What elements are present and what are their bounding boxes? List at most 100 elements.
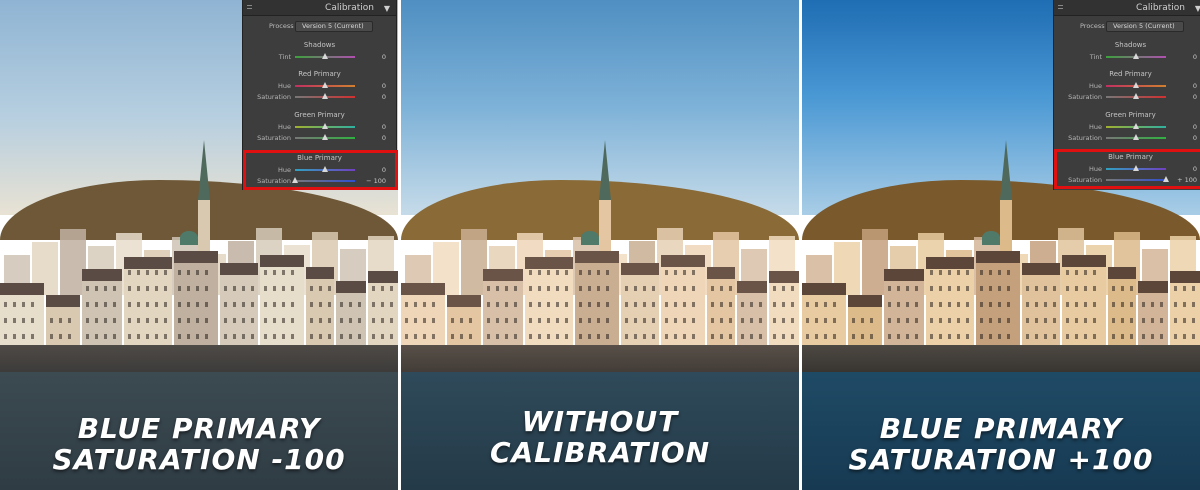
tint-label: Tint <box>1089 53 1102 61</box>
green-hue-value: 0 <box>1192 123 1197 131</box>
window <box>1112 302 1115 307</box>
window <box>233 318 236 323</box>
window <box>251 286 254 291</box>
window <box>897 318 900 323</box>
window <box>1044 286 1047 291</box>
window <box>529 270 532 275</box>
window <box>178 302 181 307</box>
window <box>556 302 559 307</box>
church-dome <box>180 231 198 245</box>
house-roof <box>926 257 974 269</box>
window <box>264 270 267 275</box>
collapse-triangle-icon[interactable]: ▼ <box>1195 4 1200 13</box>
process-select[interactable]: Version 5 (Current) <box>1106 21 1184 32</box>
red-hue-row: Hue 0 <box>1054 81 1200 91</box>
shadows-tint-row: Tint 0 <box>1054 52 1200 62</box>
window <box>1160 334 1163 339</box>
window <box>815 334 818 339</box>
window <box>1035 334 1038 339</box>
window <box>729 286 732 291</box>
red-saturation-thumb[interactable] <box>322 93 328 99</box>
green-saturation-value: 0 <box>381 134 386 142</box>
window <box>948 334 951 339</box>
window <box>861 318 864 323</box>
window <box>50 334 53 339</box>
red-saturation-thumb[interactable] <box>1133 93 1139 99</box>
green-saturation-value: 0 <box>1192 134 1197 142</box>
green-hue-thumb[interactable] <box>322 123 328 129</box>
hue-label: Hue <box>277 82 291 90</box>
window <box>833 334 836 339</box>
window <box>95 302 98 307</box>
red-hue-thumb[interactable] <box>322 82 328 88</box>
calibration-panel-header[interactable]: Calibration ▼ <box>243 0 396 16</box>
window <box>948 318 951 323</box>
window <box>59 334 62 339</box>
green-hue-thumb[interactable] <box>1133 123 1139 129</box>
window <box>741 302 744 307</box>
window <box>665 318 668 323</box>
window <box>547 286 550 291</box>
window <box>683 286 686 291</box>
red-saturation-row: Saturation 0 <box>1054 92 1200 102</box>
window <box>273 270 276 275</box>
window <box>68 334 71 339</box>
window <box>1192 334 1195 339</box>
window <box>1130 318 1133 323</box>
window <box>358 302 361 307</box>
house-roof <box>1022 263 1060 275</box>
window <box>196 286 199 291</box>
window <box>683 318 686 323</box>
window <box>939 286 942 291</box>
window <box>1112 334 1115 339</box>
process-select[interactable]: Version 5 (Current) <box>295 21 373 32</box>
window <box>1053 286 1056 291</box>
window <box>1142 334 1145 339</box>
green-saturation-thumb[interactable] <box>322 134 328 140</box>
window <box>282 334 285 339</box>
window <box>4 302 7 307</box>
window <box>405 302 408 307</box>
window <box>196 302 199 307</box>
town-buildings <box>401 140 799 365</box>
window <box>291 270 294 275</box>
window <box>897 334 900 339</box>
church-tower <box>198 200 210 255</box>
window <box>432 302 435 307</box>
green-hue-row: Hue 0 <box>1054 122 1200 132</box>
window <box>187 286 190 291</box>
window <box>205 318 208 323</box>
window <box>205 334 208 339</box>
window <box>1066 334 1069 339</box>
window <box>588 302 591 307</box>
window <box>233 302 236 307</box>
window <box>328 318 331 323</box>
window <box>113 302 116 307</box>
window <box>1066 318 1069 323</box>
window <box>414 334 417 339</box>
red-hue-row: Hue 0 <box>243 81 396 91</box>
window <box>469 334 472 339</box>
window <box>1084 270 1087 275</box>
tint-slider-thumb[interactable] <box>1133 53 1139 59</box>
window <box>939 302 942 307</box>
collapse-triangle-icon[interactable]: ▼ <box>384 4 390 13</box>
window <box>1192 318 1195 323</box>
window <box>989 318 992 323</box>
window <box>414 302 417 307</box>
window <box>1084 318 1087 323</box>
calibration-panel-left: Calibration ▼ Process : Version 5 (Curre… <box>242 0 398 190</box>
window <box>888 318 891 323</box>
red-hue-thumb[interactable] <box>1133 82 1139 88</box>
window <box>155 318 158 323</box>
window <box>915 318 918 323</box>
tint-slider-thumb[interactable] <box>322 53 328 59</box>
window <box>1084 334 1087 339</box>
caption: BLUE PRIMARY SATURATION -100 <box>0 413 398 475</box>
calibration-panel-header[interactable]: Calibration ▼ <box>1054 0 1200 16</box>
window <box>1130 286 1133 291</box>
caption-line-1: BLUE PRIMARY <box>879 412 1123 445</box>
green-saturation-thumb[interactable] <box>1133 134 1139 140</box>
window <box>930 334 933 339</box>
window <box>625 334 628 339</box>
